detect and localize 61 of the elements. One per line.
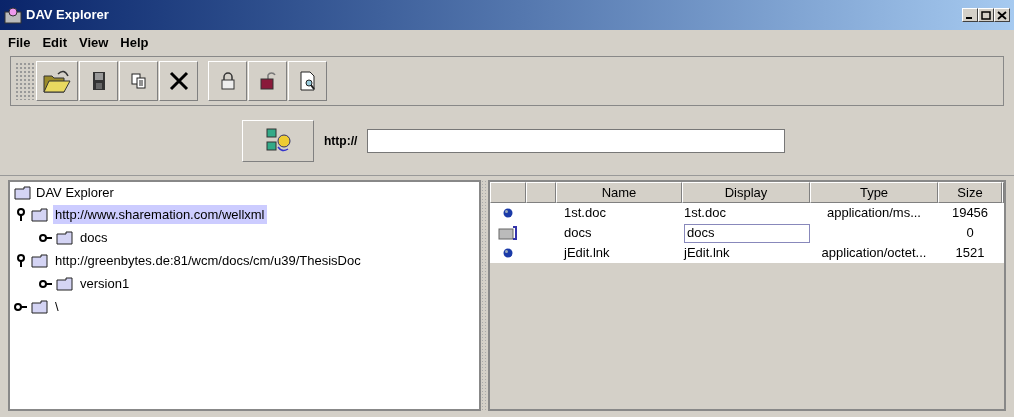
- table-cell-text: 1st.doc: [563, 204, 607, 223]
- unlock-icon: [259, 71, 276, 91]
- table-cell-text: jEdit.lnk: [684, 244, 730, 263]
- file-ball-icon: [503, 208, 513, 218]
- expand-handle-icon[interactable]: [39, 278, 52, 289]
- folder-icon: [31, 253, 49, 268]
- copy-icon: [130, 73, 147, 89]
- expand-handle-icon[interactable]: [39, 232, 52, 243]
- column-header[interactable]: Display: [682, 182, 810, 203]
- url-label: http://: [324, 132, 358, 150]
- connect-button[interactable]: [242, 119, 314, 162]
- collapse-handle-icon[interactable]: [15, 254, 26, 267]
- tree-root[interactable]: DAV Explorer: [36, 183, 114, 203]
- open-folder-icon: [42, 68, 72, 94]
- table-cell-text: 1st.doc: [684, 204, 726, 223]
- table-cell-text: application/ms...: [827, 204, 921, 223]
- minimize-button[interactable]: [962, 8, 978, 22]
- lock-icon: [220, 72, 235, 90]
- column-header[interactable]: Name: [556, 182, 682, 203]
- toolbar-grip[interactable]: [15, 62, 35, 100]
- root-folder-icon: [14, 186, 32, 200]
- toolbar-button[interactable]: [248, 61, 287, 101]
- table-cell-text: jEdit.lnk: [562, 244, 611, 263]
- menu-item[interactable]: Edit: [42, 33, 67, 53]
- table-cell-text: docs: [563, 224, 593, 243]
- menu-item[interactable]: View: [78, 33, 109, 53]
- column-header[interactable]: Size: [938, 182, 1002, 203]
- close-icon: [997, 10, 1007, 20]
- table-cell-text: 19456: [951, 204, 989, 223]
- menu-item[interactable]: Help: [120, 33, 149, 53]
- folder-icon: [56, 276, 74, 291]
- folder-icon: [31, 207, 49, 222]
- close-button[interactable]: [994, 8, 1010, 22]
- folder-icon: [498, 226, 518, 240]
- expand-handle-icon[interactable]: [14, 301, 27, 312]
- maximize-button[interactable]: [978, 8, 994, 22]
- tree-item[interactable]: http://greenbytes.de:81/wcm/docs/cm/u39/ThesisDoc: [53, 250, 363, 271]
- toolbar-button[interactable]: [159, 61, 198, 101]
- menu-item[interactable]: File: [8, 33, 31, 53]
- maximize-icon: [981, 10, 991, 20]
- document-magnifier-icon: [299, 71, 316, 91]
- folder-icon: [31, 299, 49, 314]
- toolbar-button[interactable]: [79, 61, 118, 101]
- delete-x-icon: [167, 70, 190, 92]
- table-cell-text: application/octet...: [821, 244, 927, 263]
- column-header[interactable]: Type: [810, 182, 938, 203]
- window-title: DAV Explorer: [26, 6, 109, 25]
- table-cell-text: 1521: [955, 244, 985, 263]
- file-ball-icon: [503, 248, 513, 258]
- toolbar-button[interactable]: [36, 61, 78, 101]
- display-input-field[interactable]: docs: [684, 223, 810, 243]
- url-field[interactable]: [367, 128, 786, 153]
- tree-item[interactable]: http://www.sharemation.com/wellxml: [53, 204, 267, 225]
- minimize-icon: [966, 17, 972, 19]
- tree-item[interactable]: version1: [78, 273, 132, 294]
- tree-item[interactable]: docs: [78, 227, 110, 248]
- tree-item[interactable]: \: [53, 296, 61, 317]
- app-icon: [4, 6, 22, 24]
- folder-icon: [56, 230, 74, 245]
- collapse-handle-icon[interactable]: [15, 208, 26, 221]
- table-cell-text: 0: [966, 224, 974, 243]
